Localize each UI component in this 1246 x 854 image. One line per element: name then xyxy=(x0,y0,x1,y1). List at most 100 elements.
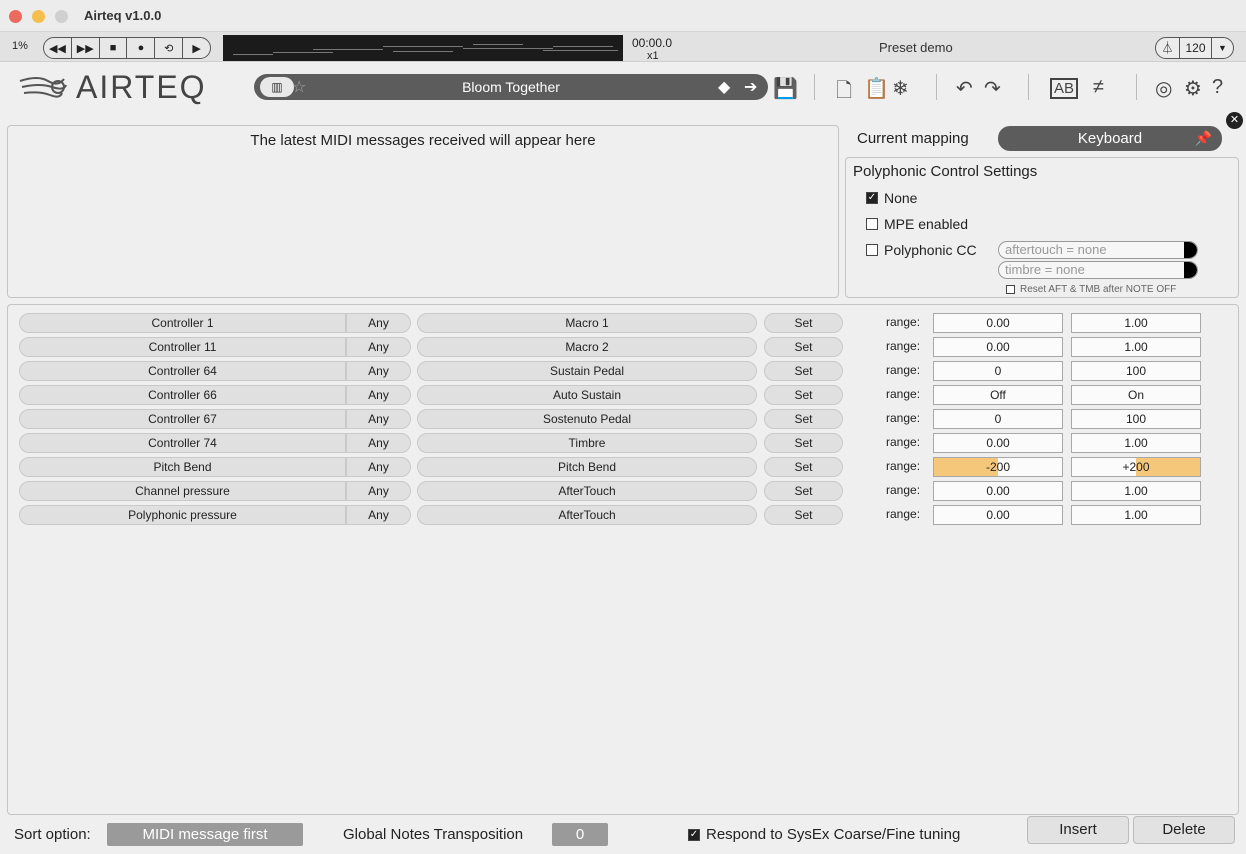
help-icon[interactable]: ? xyxy=(1212,76,1223,99)
source-cell[interactable]: Controller 1 xyxy=(19,313,346,333)
pin-icon[interactable]: 📌 xyxy=(1195,126,1212,151)
set-button[interactable]: Set xyxy=(764,457,843,477)
channel-cell[interactable]: Any xyxy=(346,409,411,429)
range-max-field[interactable]: On xyxy=(1071,385,1201,405)
destination-cell[interactable]: Macro 2 xyxy=(417,337,757,357)
destination-cell[interactable]: Pitch Bend xyxy=(417,457,757,477)
range-min-field[interactable]: -200 xyxy=(933,457,1063,477)
stop-button[interactable]: ■ xyxy=(100,38,128,58)
range-min-field[interactable]: Off xyxy=(933,385,1063,405)
poly-mpe-option[interactable]: MPE enabled xyxy=(866,216,968,232)
rewind-button[interactable]: ◀◀ xyxy=(44,38,72,58)
destination-cell[interactable]: Sustain Pedal xyxy=(417,361,757,381)
channel-cell[interactable]: Any xyxy=(346,433,411,453)
range-max-field[interactable]: +200 xyxy=(1071,457,1201,477)
reset-after-noteoff-option[interactable]: Reset AFT & TMB after NOTE OFF xyxy=(1006,284,1176,295)
source-cell[interactable]: Controller 11 xyxy=(19,337,346,357)
paste-icon[interactable]: 📋 xyxy=(864,76,889,101)
metronome-icon[interactable]: ⏃ xyxy=(1156,38,1180,58)
gear-icon[interactable]: ⚙ xyxy=(1184,76,1202,101)
channel-cell[interactable]: Any xyxy=(346,457,411,477)
set-button[interactable]: Set xyxy=(764,505,843,525)
range-max-field[interactable]: 1.00 xyxy=(1071,505,1201,525)
channel-cell[interactable]: Any xyxy=(346,385,411,405)
source-cell[interactable]: Controller 74 xyxy=(19,433,346,453)
sort-option-select[interactable]: MIDI message first xyxy=(107,823,303,846)
set-button[interactable]: Set xyxy=(764,433,843,453)
transposition-field[interactable]: 0 xyxy=(552,823,608,846)
sysex-tuning-option[interactable]: ✓ Respond to SysEx Coarse/Fine tuning xyxy=(688,826,960,843)
range-min-field[interactable]: 0.00 xyxy=(933,433,1063,453)
source-cell[interactable]: Controller 64 xyxy=(19,361,346,381)
save-icon[interactable]: 💾 xyxy=(773,76,798,101)
record-button[interactable]: ● xyxy=(127,38,156,58)
timbre-field[interactable]: timbre = none xyxy=(998,261,1198,279)
undo-icon[interactable]: ↶ xyxy=(956,76,973,101)
source-cell[interactable]: Polyphonic pressure xyxy=(19,505,346,525)
destination-cell[interactable]: AfterTouch xyxy=(417,505,757,525)
sysex-checkbox[interactable]: ✓ xyxy=(688,828,700,841)
range-min-field[interactable]: 0 xyxy=(933,361,1063,381)
delete-button[interactable]: Delete xyxy=(1133,816,1235,844)
range-min-field[interactable]: 0.00 xyxy=(933,481,1063,501)
range-max-field[interactable]: 1.00 xyxy=(1071,433,1201,453)
poly-cc-option[interactable]: Polyphonic CC xyxy=(866,242,977,258)
range-max-field[interactable]: 100 xyxy=(1071,409,1201,429)
range-max-field[interactable]: 1.00 xyxy=(1071,313,1201,333)
close-icon[interactable]: ✕ xyxy=(1226,112,1243,129)
not-equal-icon[interactable]: ≠ xyxy=(1093,76,1104,99)
range-min-field[interactable]: 0.00 xyxy=(933,337,1063,357)
set-button[interactable]: Set xyxy=(764,313,843,333)
freeze-icon[interactable]: ❄ xyxy=(892,76,909,101)
loop-button[interactable]: ⟲ xyxy=(155,38,184,58)
range-min-field[interactable]: 0.00 xyxy=(933,505,1063,525)
destination-cell[interactable]: Timbre xyxy=(417,433,757,453)
ab-compare-icon[interactable]: AB xyxy=(1050,78,1079,99)
range-max-field[interactable]: 100 xyxy=(1071,361,1201,381)
set-button[interactable]: Set xyxy=(764,361,843,381)
chevron-down-icon[interactable]: ▼ xyxy=(1212,43,1233,53)
insert-button[interactable]: Insert xyxy=(1027,816,1129,844)
aftertouch-field[interactable]: aftertouch = none xyxy=(998,241,1198,259)
range-min-field[interactable]: 0 xyxy=(933,409,1063,429)
current-mapping-button[interactable]: Keyboard 📌 xyxy=(998,126,1222,151)
next-preset-icon[interactable]: ➔ xyxy=(744,77,757,97)
destination-cell[interactable]: Auto Sustain xyxy=(417,385,757,405)
channel-cell[interactable]: Any xyxy=(346,361,411,381)
set-button[interactable]: Set xyxy=(764,409,843,429)
prev-preset-icon[interactable]: ◆ xyxy=(718,77,730,97)
channel-cell[interactable]: Any xyxy=(346,313,411,333)
destination-cell[interactable]: AfterTouch xyxy=(417,481,757,501)
channel-cell[interactable]: Any xyxy=(346,505,411,525)
set-button[interactable]: Set xyxy=(764,481,843,501)
destination-cell[interactable]: Sostenuto Pedal xyxy=(417,409,757,429)
zoom-window-button[interactable] xyxy=(55,10,68,23)
source-cell[interactable]: Channel pressure xyxy=(19,481,346,501)
minimize-window-button[interactable] xyxy=(32,10,45,23)
tempo-control[interactable]: ⏃ 120 ▼ xyxy=(1155,37,1234,59)
source-cell[interactable]: Controller 66 xyxy=(19,385,346,405)
midi-icon[interactable]: ◎ xyxy=(1155,76,1172,101)
range-max-field[interactable]: 1.00 xyxy=(1071,337,1201,357)
mpe-checkbox[interactable] xyxy=(866,218,878,230)
bpm-value[interactable]: 120 xyxy=(1180,38,1212,58)
channel-cell[interactable]: Any xyxy=(346,481,411,501)
range-min-field[interactable]: 0.00 xyxy=(933,313,1063,333)
set-button[interactable]: Set xyxy=(764,337,843,357)
fast-forward-button[interactable]: ▶▶ xyxy=(72,38,100,58)
source-cell[interactable]: Pitch Bend xyxy=(19,457,346,477)
poly-cc-checkbox[interactable] xyxy=(866,244,878,256)
play-button[interactable]: ▶ xyxy=(183,38,210,58)
preset-name[interactable]: Bloom Together xyxy=(254,79,768,95)
redo-icon[interactable]: ↷ xyxy=(984,76,1001,101)
poly-none-option[interactable]: ✓ None xyxy=(866,190,917,206)
waveform-display[interactable] xyxy=(223,35,623,61)
set-button[interactable]: Set xyxy=(764,385,843,405)
close-window-button[interactable] xyxy=(9,10,22,23)
source-cell[interactable]: Controller 67 xyxy=(19,409,346,429)
none-checkbox[interactable]: ✓ xyxy=(866,192,878,204)
destination-cell[interactable]: Macro 1 xyxy=(417,313,757,333)
reset-checkbox[interactable] xyxy=(1006,285,1015,294)
channel-cell[interactable]: Any xyxy=(346,337,411,357)
copy-icon[interactable]: 🗋 xyxy=(836,76,852,110)
